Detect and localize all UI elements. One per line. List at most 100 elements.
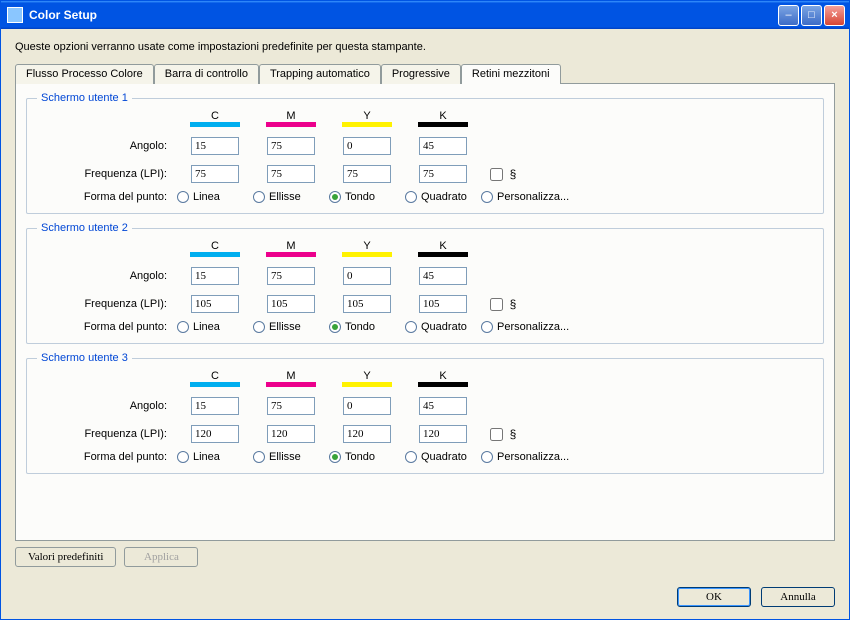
swatch-m-icon [266, 252, 316, 257]
dot-shape-label: Forma del punto: [37, 451, 177, 463]
dot-shape-round[interactable]: Tondo [329, 191, 405, 203]
link-freq-checkbox[interactable] [490, 168, 503, 181]
tab-0[interactable]: Flusso Processo Colore [15, 64, 154, 84]
angle-k-input[interactable] [419, 267, 467, 285]
dot-shape-ellipse[interactable]: Ellisse [253, 451, 329, 463]
dot-shape-label-custom: Personalizza... [497, 321, 569, 333]
app-icon [7, 7, 23, 23]
dot-shape-custom[interactable]: Personalizza... [481, 321, 601, 333]
tab-1[interactable]: Barra di controllo [154, 64, 259, 84]
freq-k-input[interactable] [419, 295, 467, 313]
dot-shape-line[interactable]: Linea [177, 191, 253, 203]
dot-shape-round[interactable]: Tondo [329, 321, 405, 333]
angle-m-input[interactable] [267, 397, 315, 415]
tabpanel-halftone: Schermo utente 1CMYKAngolo:Frequenza (LP… [15, 83, 835, 541]
radio-icon [253, 191, 265, 203]
angle-m-input[interactable] [267, 267, 315, 285]
dot-shape-custom[interactable]: Personalizza... [481, 451, 601, 463]
user-screen-2: Schermo utente 2CMYKAngolo:Frequenza (LP… [26, 222, 824, 344]
dot-shape-label: Forma del punto: [37, 191, 177, 203]
freq-y-input[interactable] [343, 165, 391, 183]
freq-c-input[interactable] [191, 295, 239, 313]
titlebar: Color Setup – □ × [1, 1, 849, 29]
col-head-k: K [405, 370, 481, 382]
swatch-c-icon [190, 122, 240, 127]
dot-shape-square[interactable]: Quadrato [405, 451, 481, 463]
radio-icon [329, 321, 341, 333]
col-head-y: Y [329, 240, 405, 252]
freq-m-input[interactable] [267, 165, 315, 183]
col-head-k: K [405, 110, 481, 122]
apply-button[interactable]: Applica [124, 547, 198, 567]
dot-shape-ellipse[interactable]: Ellisse [253, 321, 329, 333]
swatch-k-icon [418, 382, 468, 387]
angle-k-input[interactable] [419, 137, 467, 155]
angle-c-input[interactable] [191, 137, 239, 155]
radio-icon [177, 451, 189, 463]
freq-y-input[interactable] [343, 295, 391, 313]
angle-k-input[interactable] [419, 397, 467, 415]
swatch-y-icon [342, 382, 392, 387]
freq-k-input[interactable] [419, 165, 467, 183]
freq-label: Frequenza (LPI): [37, 168, 177, 180]
dot-shape-label: Forma del punto: [37, 321, 177, 333]
freq-label: Frequenza (LPI): [37, 298, 177, 310]
angle-c-input[interactable] [191, 267, 239, 285]
swatch-c-icon [190, 252, 240, 257]
dot-shape-line[interactable]: Linea [177, 451, 253, 463]
dot-shape-square[interactable]: Quadrato [405, 321, 481, 333]
maximize-button[interactable]: □ [801, 5, 822, 26]
radio-icon [405, 321, 417, 333]
dot-shape-label-ellipse: Ellisse [269, 321, 301, 333]
link-icon: § [510, 297, 517, 311]
close-button[interactable]: × [824, 5, 845, 26]
col-head-c: C [177, 110, 253, 122]
angle-m-input[interactable] [267, 137, 315, 155]
dot-shape-line[interactable]: Linea [177, 321, 253, 333]
link-freq-checkbox[interactable] [490, 298, 503, 311]
col-head-m: M [253, 110, 329, 122]
col-head-c: C [177, 370, 253, 382]
angle-y-input[interactable] [343, 267, 391, 285]
radio-icon [405, 191, 417, 203]
cancel-button[interactable]: Annulla [761, 587, 835, 607]
link-icon: § [510, 167, 517, 181]
col-head-c: C [177, 240, 253, 252]
freq-c-input[interactable] [191, 425, 239, 443]
dot-shape-square[interactable]: Quadrato [405, 191, 481, 203]
minimize-button[interactable]: – [778, 5, 799, 26]
dot-shape-label-line: Linea [193, 321, 220, 333]
dot-shape-round[interactable]: Tondo [329, 451, 405, 463]
angle-c-input[interactable] [191, 397, 239, 415]
angle-label: Angolo: [37, 270, 177, 282]
dot-shape-label-square: Quadrato [421, 451, 467, 463]
dot-shape-label-custom: Personalizza... [497, 451, 569, 463]
freq-y-input[interactable] [343, 425, 391, 443]
swatch-k-icon [418, 122, 468, 127]
link-freq-checkbox[interactable] [490, 428, 503, 441]
col-head-m: M [253, 240, 329, 252]
dot-shape-label-round: Tondo [345, 451, 375, 463]
dot-shape-label-ellipse: Ellisse [269, 451, 301, 463]
freq-c-input[interactable] [191, 165, 239, 183]
swatch-m-icon [266, 122, 316, 127]
freq-k-input[interactable] [419, 425, 467, 443]
radio-icon [177, 191, 189, 203]
radio-icon [253, 321, 265, 333]
swatch-c-icon [190, 382, 240, 387]
group-legend: Schermo utente 1 [37, 92, 132, 104]
dot-shape-custom[interactable]: Personalizza... [481, 191, 601, 203]
ok-button[interactable]: OK [677, 587, 751, 607]
tab-3[interactable]: Progressive [381, 64, 461, 84]
link-icon: § [510, 427, 517, 441]
dot-shape-ellipse[interactable]: Ellisse [253, 191, 329, 203]
angle-y-input[interactable] [343, 397, 391, 415]
tab-4[interactable]: Retini mezzitoni [461, 64, 561, 84]
defaults-button[interactable]: Valori predefiniti [15, 547, 116, 567]
radio-icon [481, 191, 493, 203]
freq-m-input[interactable] [267, 295, 315, 313]
description-text: Queste opzioni verranno usate come impos… [15, 41, 835, 53]
freq-m-input[interactable] [267, 425, 315, 443]
tab-2[interactable]: Trapping automatico [259, 64, 381, 84]
angle-y-input[interactable] [343, 137, 391, 155]
